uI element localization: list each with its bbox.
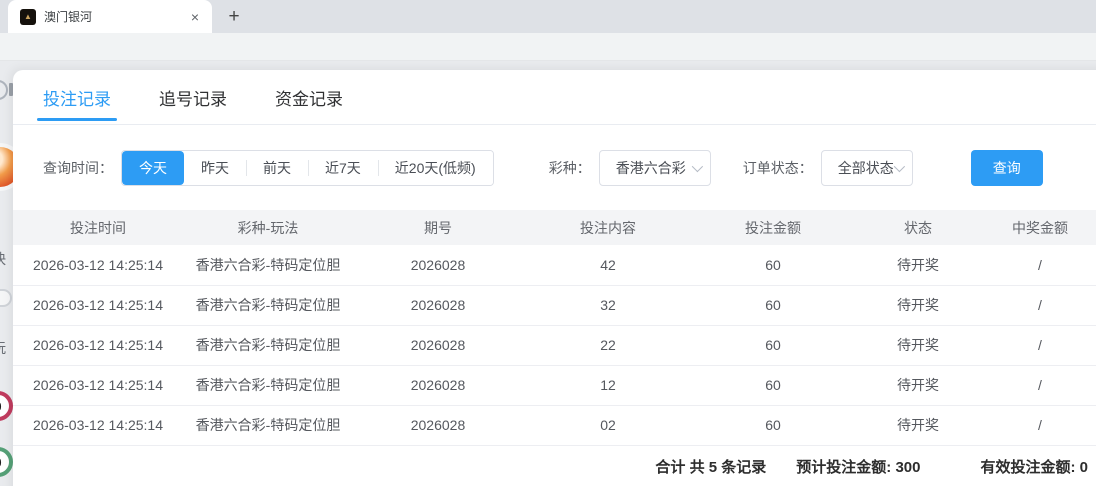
time-option-20days[interactable]: 近20天(低频) [378, 151, 493, 185]
table-cell: 待开奖 [853, 365, 983, 405]
table-cell: 2026028 [353, 325, 523, 365]
screen: ▲ 澳门银河 × + 快 玩 0 0 投注记录 追号记录 资金记录 查询时间： … [0, 0, 1096, 486]
table-cell: 待开奖 [853, 285, 983, 325]
chevron-down-icon [893, 161, 904, 172]
site-favicon-icon: ▲ [20, 9, 36, 25]
total-records-text: 合计 共 5 条记录 [655, 456, 766, 477]
lottery-filter-label: 彩种： [549, 158, 591, 178]
table-cell: 60 [693, 365, 853, 405]
background-char-fragment: 玩 [0, 338, 6, 358]
table-cell: 香港六合彩-特码定位胆 [183, 365, 353, 405]
table-cell: 60 [693, 285, 853, 325]
status-select-value: 全部状态 [838, 158, 894, 178]
table-cell: 22 [523, 325, 693, 365]
col-issue: 期号 [353, 210, 523, 245]
table-cell: 香港六合彩-特码定位胆 [183, 325, 353, 365]
valid-amount-text: 有效投注金额: 0 [980, 456, 1088, 477]
new-tab-button[interactable]: + [222, 5, 246, 29]
table-cell: / [983, 325, 1096, 365]
table-cell: 2026028 [353, 245, 523, 285]
table-cell: 待开奖 [853, 245, 983, 285]
order-status-select[interactable]: 全部状态 [821, 150, 913, 186]
table-row[interactable]: 2026-03-12 14:25:14香港六合彩-特码定位胆2026028426… [13, 245, 1096, 285]
tab-bet-records[interactable]: 投注记录 [43, 70, 111, 124]
lottery-select-value: 香港六合彩 [616, 158, 686, 178]
modal-tab-bar: 投注记录 追号记录 资金记录 [13, 70, 1096, 125]
table-cell: 2026-03-12 14:25:14 [13, 365, 183, 405]
chevron-down-icon [691, 161, 702, 172]
time-range-group: 今天 昨天 前天 近7天 近20天(低频) [121, 150, 494, 186]
table-cell: / [983, 365, 1096, 405]
col-lottery-play: 彩种-玩法 [183, 210, 353, 245]
browser-toolbar [0, 33, 1096, 61]
table-cell: 60 [693, 245, 853, 285]
table-cell: / [983, 285, 1096, 325]
background-green-ball: 0 [0, 447, 13, 477]
browser-tab-title: 澳门银河 [44, 8, 186, 25]
table-cell: 12 [523, 365, 693, 405]
table-cell: 待开奖 [853, 405, 983, 445]
table-cell: 2026-03-12 14:25:14 [13, 405, 183, 445]
table-cell: 02 [523, 405, 693, 445]
table-cell: 2026-03-12 14:25:14 [13, 325, 183, 365]
table-body: 2026-03-12 14:25:14香港六合彩-特码定位胆2026028426… [13, 245, 1096, 445]
table-cell: 60 [693, 325, 853, 365]
col-status: 状态 [853, 210, 983, 245]
table-cell: 42 [523, 245, 693, 285]
tab-close-icon[interactable]: × [186, 8, 204, 26]
browser-tab[interactable]: ▲ 澳门银河 × [8, 0, 212, 33]
time-option-day-before[interactable]: 前天 [246, 151, 308, 185]
table-cell: / [983, 405, 1096, 445]
table-row[interactable]: 2026-03-12 14:25:14香港六合彩-特码定位胆2026028326… [13, 285, 1096, 325]
lottery-select[interactable]: 香港六合彩 [599, 150, 711, 186]
browser-tab-bar: ▲ 澳门银河 × + [0, 0, 1096, 33]
table-row[interactable]: 2026-03-12 14:25:14香港六合彩-特码定位胆2026028226… [13, 325, 1096, 365]
time-option-today[interactable]: 今天 [122, 151, 184, 185]
table-cell: 香港六合彩-特码定位胆 [183, 405, 353, 445]
table-cell: 2026028 [353, 405, 523, 445]
col-bet-content: 投注内容 [523, 210, 693, 245]
background-red-ball: 0 [0, 391, 13, 421]
table-cell: 32 [523, 285, 693, 325]
table-cell: 2026-03-12 14:25:14 [13, 245, 183, 285]
table-cell: 2026-03-12 14:25:14 [13, 285, 183, 325]
tab-chase-records[interactable]: 追号记录 [159, 70, 227, 124]
summary-row: 合计 共 5 条记录 预计投注金额: 300 有效投注金额: 0 [13, 446, 1096, 486]
table-row[interactable]: 2026-03-12 14:25:14香港六合彩-特码定位胆2026028126… [13, 365, 1096, 405]
records-modal: 投注记录 追号记录 资金记录 查询时间： 今天 昨天 前天 近7天 近20天(低… [13, 70, 1096, 486]
query-button[interactable]: 查询 [971, 150, 1043, 186]
background-pill-fragment [0, 289, 12, 307]
col-win-amount: 中奖金额 [983, 210, 1096, 245]
time-option-yesterday[interactable]: 昨天 [184, 151, 246, 185]
background-char-fragment: 快 [0, 249, 6, 269]
time-option-7days[interactable]: 近7天 [308, 151, 378, 185]
filter-row: 查询时间： 今天 昨天 前天 近7天 近20天(低频) 彩种： 香港六合彩 订单… [43, 150, 1096, 186]
time-filter-label: 查询时间： [43, 158, 113, 178]
status-filter-label: 订单状态： [743, 158, 813, 178]
table-cell: 香港六合彩-特码定位胆 [183, 245, 353, 285]
table-cell: 2026028 [353, 285, 523, 325]
col-bet-time: 投注时间 [13, 210, 183, 245]
table-cell: 香港六合彩-特码定位胆 [183, 285, 353, 325]
tab-fund-records[interactable]: 资金记录 [275, 70, 343, 124]
col-bet-amount: 投注金额 [693, 210, 853, 245]
table-cell: 60 [693, 405, 853, 445]
table-cell: 2026028 [353, 365, 523, 405]
table-header: 投注时间 彩种-玩法 期号 投注内容 投注金额 状态 中奖金额 [13, 210, 1096, 245]
background-ring-icon [0, 80, 8, 100]
bet-records-table: 投注时间 彩种-玩法 期号 投注内容 投注金额 状态 中奖金额 2026-03-… [13, 210, 1096, 446]
expected-amount-text: 预计投注金额: 300 [796, 456, 920, 477]
table-cell: 待开奖 [853, 325, 983, 365]
table-cell: / [983, 245, 1096, 285]
table-row[interactable]: 2026-03-12 14:25:14香港六合彩-特码定位胆2026028026… [13, 405, 1096, 445]
